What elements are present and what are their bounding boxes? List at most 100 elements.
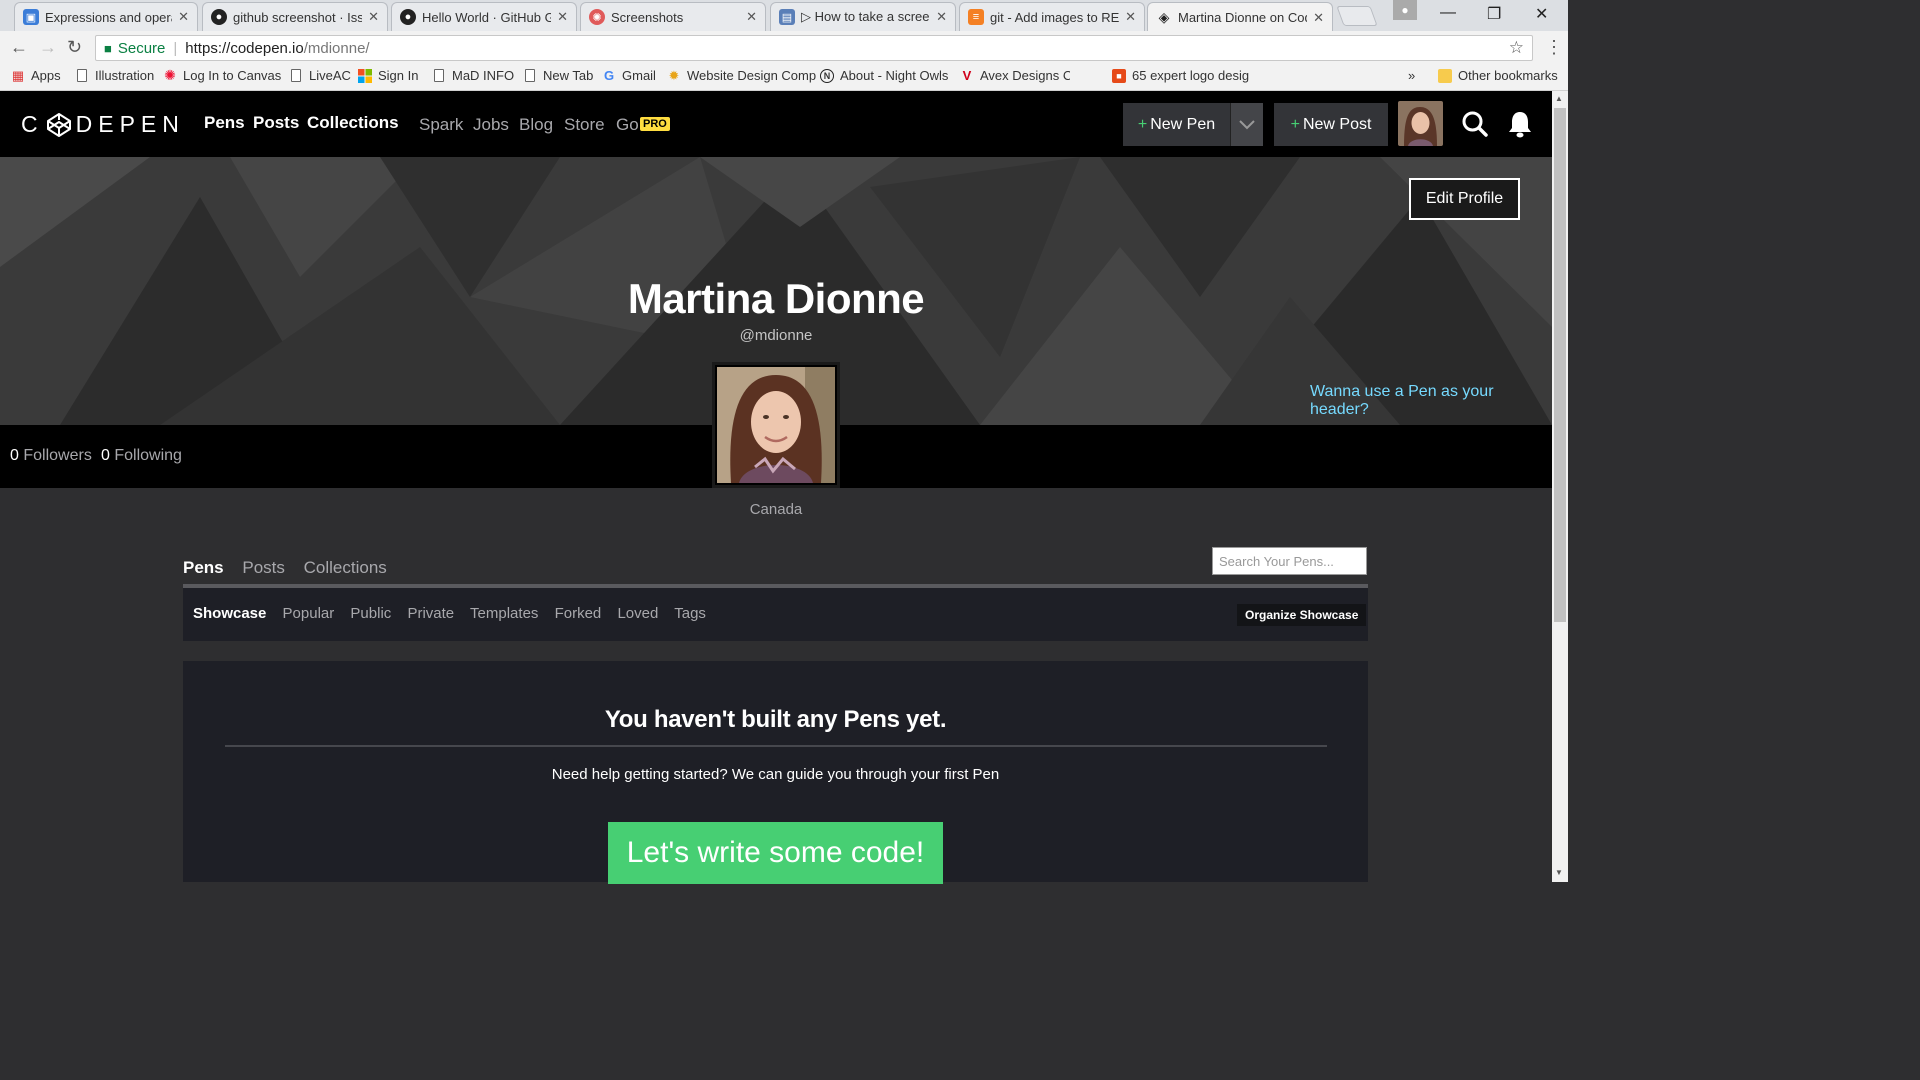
nav-blog[interactable]: Blog [519,115,553,135]
more-bookmarks-button[interactable]: » [1408,68,1415,83]
close-tab-icon[interactable]: ✕ [557,9,568,25]
pen-as-header-link[interactable]: Wanna use a Pen as your header? [1310,383,1552,419]
nav-posts[interactable]: Posts [253,113,299,133]
apps-grid-icon: ▦ [11,67,25,83]
secure-label: Secure [117,39,166,57]
scrollbar-thumb[interactable] [1554,108,1566,622]
bookmark-canvas[interactable]: ✺ Log In to Canvas [163,67,281,83]
nav-collections[interactable]: Collections [307,113,399,133]
codepen-logo[interactable]: C DEPEN [21,111,185,138]
bookmark-label: 65 expert logo design [1132,68,1250,83]
browser-tab-active[interactable]: ◈ Martina Dionne on Cod ✕ [1147,2,1333,32]
close-tab-icon[interactable]: ✕ [368,9,379,25]
filter-tags[interactable]: Tags [674,605,706,622]
bookmark-avex[interactable]: V Avex Designs Career C [960,68,1070,83]
other-bookmarks[interactable]: Other bookmarks [1438,68,1558,83]
close-tab-icon[interactable]: ✕ [1125,9,1136,25]
close-tab-icon[interactable]: ✕ [1313,10,1324,26]
filter-forked[interactable]: Forked [555,605,602,622]
search-icon[interactable] [1461,110,1489,138]
page-icon [432,69,446,83]
restore-icon[interactable]: ❐ [1487,4,1501,24]
browser-tab[interactable]: ✺ Screenshots ✕ [580,2,766,31]
bookmark-signin[interactable]: Sign In [358,68,418,83]
close-tab-icon[interactable]: ✕ [178,9,189,25]
bookmark-gmail[interactable]: G Gmail [602,68,656,83]
bookmark-liveac[interactable]: LiveAC [289,68,351,83]
bookmark-new-tab[interactable]: New Tab [523,68,593,83]
user-avatar[interactable] [1398,101,1443,146]
bookmark-night-owls[interactable]: N About - Night Owls [820,68,948,83]
nav-go[interactable]: Go [616,115,639,135]
organize-showcase-button[interactable]: Organize Showcase [1237,604,1367,626]
bookmark-website-design[interactable]: ✹ Website Design Comp [667,68,817,84]
tab-collections[interactable]: Collections [304,558,387,577]
scroll-down-arrow-icon[interactable]: ▼ [1555,868,1563,877]
nav-jobs[interactable]: Jobs [473,115,509,135]
browser-tab-title: Screenshots [611,9,684,25]
browser-profile-icon[interactable]: ● [1393,0,1417,20]
profile-name: Martina Dionne [627,275,925,322]
new-tab-button[interactable] [1336,6,1378,26]
bookmark-label: Other bookmarks [1458,68,1558,83]
bookmark-apps[interactable]: ▦ Apps [11,67,61,84]
filter-loved[interactable]: Loved [617,605,658,622]
stackoverflow-icon: ≡ [968,9,984,25]
edit-profile-button[interactable]: Edit Profile [1409,178,1520,220]
browser-tab[interactable]: ▣ Expressions and operat ✕ [14,2,198,31]
back-icon[interactable]: ← [10,37,28,58]
browser-menu-icon[interactable]: ⋮ [1545,37,1563,58]
browser-tab[interactable]: ● Hello World · GitHub G ✕ [391,2,577,31]
notifications-bell-icon[interactable] [1507,110,1533,138]
scroll-up-arrow-icon[interactable]: ▲ [1555,94,1563,103]
forward-icon[interactable]: → [39,37,57,58]
lock-icon: ■ [104,40,112,56]
pro-badge[interactable]: PRO [640,117,670,131]
bookmark-label: LiveAC [309,68,351,83]
codepen-cube-icon [46,112,71,137]
tab-favicon-icon: ▣ [23,9,39,25]
filter-templates[interactable]: Templates [470,605,538,622]
github-icon: ● [211,9,227,25]
logo-design-icon: ■ [1112,68,1126,83]
followers-stat[interactable]: 0 Followers [10,447,92,465]
minimize-icon[interactable]: — [1440,4,1456,22]
filter-popular[interactable]: Popular [283,605,335,622]
new-pen-button[interactable]: + New Pen [1123,103,1230,146]
reload-icon[interactable]: ↻ [67,37,82,58]
plus-icon: + [1290,115,1300,133]
close-window-icon[interactable]: ✕ [1535,4,1548,24]
filter-showcase[interactable]: Showcase [193,605,266,622]
close-tab-icon[interactable]: ✕ [746,9,757,25]
pens-filter-tabs: Showcase Popular Public Private Template… [193,605,718,622]
browser-tab[interactable]: ● github screenshot · Issu ✕ [202,2,388,31]
content-tabs: Pens Posts Collections [183,558,401,578]
following-stat[interactable]: 0 Following [101,447,182,465]
nav-spark[interactable]: Spark [419,115,463,135]
filter-public[interactable]: Public [350,605,391,622]
nav-store[interactable]: Store [564,115,605,135]
search-pens-input[interactable]: Search Your Pens... [1212,547,1367,575]
bookmark-mad-info[interactable]: MaD INFO [432,68,514,83]
close-tab-icon[interactable]: ✕ [936,9,947,25]
bookmark-logo-design[interactable]: ■ 65 expert logo design [1112,68,1250,83]
codepen-icon: ◈ [1158,9,1170,25]
new-pen-label: New Pen [1150,115,1216,133]
filter-private[interactable]: Private [407,605,454,622]
address-bar[interactable]: ■ Secure | https://codepen.io /mdionne/ … [95,35,1533,61]
following-label: Following [114,447,182,464]
nav-pens[interactable]: Pens [204,113,245,133]
empty-state-help: Need help getting started? We can guide … [551,766,1000,783]
browser-tab[interactable]: ≡ git - Add images to REA ✕ [959,2,1145,31]
bookmark-illustration[interactable]: Illustration [75,68,154,83]
new-post-button[interactable]: + New Post [1274,103,1388,146]
bookmark-star-icon[interactable]: ☆ [1509,38,1524,58]
bookmark-label: New Tab [543,68,594,83]
new-pen-dropdown-button[interactable] [1230,103,1263,146]
tab-pens[interactable]: Pens [183,558,224,577]
followers-count: 0 [10,447,19,464]
tab-posts[interactable]: Posts [242,558,285,577]
write-code-button[interactable]: Let's write some code! [608,822,943,884]
browser-tab[interactable]: ▤ ▷ How to take a screen ✕ [770,2,956,31]
profile-location: Canada [749,501,803,518]
